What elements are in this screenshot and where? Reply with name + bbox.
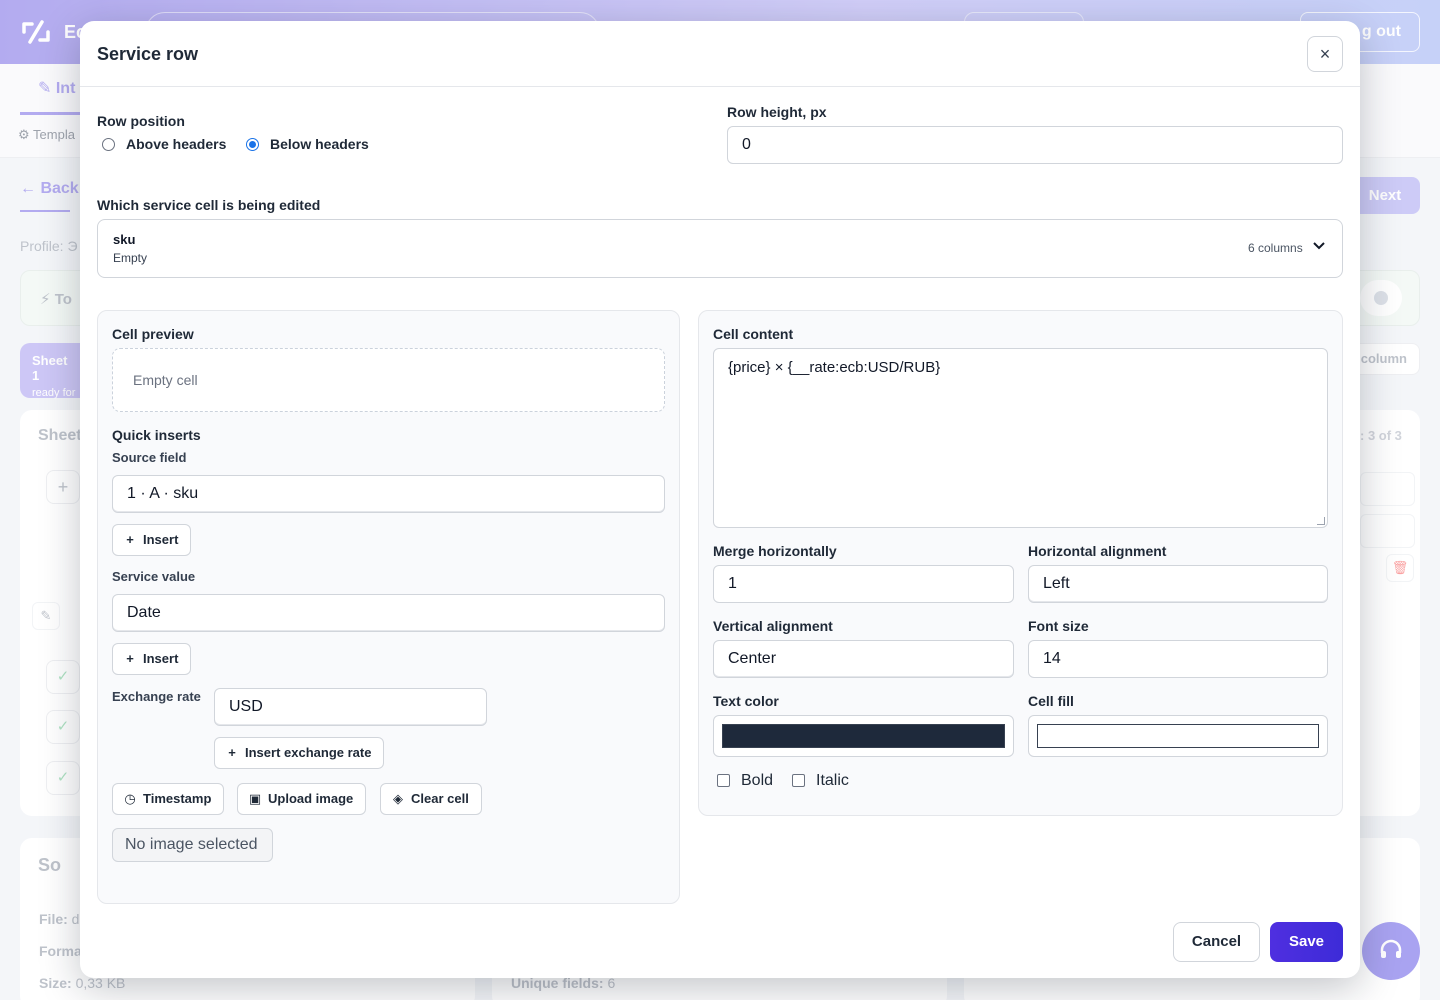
cell-preview-label: Cell preview xyxy=(112,326,194,342)
font-size-input[interactable]: 14 xyxy=(1028,640,1328,678)
bold-checkbox[interactable] xyxy=(717,774,730,787)
upload-image-button[interactable]: ▣ Upload image xyxy=(237,783,367,815)
support-button[interactable] xyxy=(1362,922,1420,980)
resize-handle-icon[interactable] xyxy=(1317,517,1325,525)
quick-inserts-label: Quick inserts xyxy=(112,427,201,443)
dialog-title: Service row xyxy=(97,44,199,64)
cell-name: sku xyxy=(113,232,136,247)
radio-above-headers[interactable] xyxy=(102,138,115,151)
source-field-select[interactable]: 1 · A · sku xyxy=(112,475,665,513)
valign-select[interactable]: Center xyxy=(713,640,1014,678)
service-value-label: Service value xyxy=(112,569,196,584)
service-value-select[interactable]: Date xyxy=(112,594,665,632)
cell-content-textarea[interactable]: {price} × {__rate:ecb:USD/RUB} xyxy=(713,348,1328,528)
valign-label: Vertical alignment xyxy=(713,618,833,634)
radio-below-headers[interactable] xyxy=(246,138,259,151)
insert-service-value-button[interactable]: + Insert xyxy=(112,643,192,675)
text-color-picker[interactable] xyxy=(713,715,1014,757)
cell-fill-swatch xyxy=(1037,724,1319,748)
radio-label-below[interactable]: Below headers xyxy=(270,136,369,152)
clock-icon: ◷ xyxy=(124,791,136,806)
exchange-rate-label: Exchange rate xyxy=(112,689,201,704)
row-height-label: Row height, px xyxy=(727,104,827,120)
text-color-label: Text color xyxy=(713,693,779,709)
italic-label[interactable]: Italic xyxy=(816,772,849,790)
plus-icon: + xyxy=(126,651,134,666)
cancel-button[interactable]: Cancel xyxy=(1173,922,1260,962)
clear-cell-button[interactable]: ◈ Clear cell xyxy=(380,783,482,815)
cell-fill-label: Cell fill xyxy=(1028,693,1074,709)
cell-preview: Empty cell xyxy=(112,348,665,412)
italic-checkbox[interactable] xyxy=(792,774,805,787)
cell-content-label: Cell content xyxy=(713,326,794,342)
currency-select[interactable]: USD xyxy=(214,688,487,726)
service-cell-select[interactable]: sku Empty 6 columns xyxy=(97,219,1343,278)
text-color-swatch xyxy=(722,724,1005,748)
image-icon: ▣ xyxy=(248,791,262,806)
radio-label-above[interactable]: Above headers xyxy=(126,136,226,152)
cell-status: Empty xyxy=(113,251,148,265)
close-icon[interactable]: × xyxy=(1307,36,1343,72)
halign-select[interactable]: Left xyxy=(1028,565,1328,603)
row-position-label: Row position xyxy=(97,113,185,129)
insert-exchange-rate-button[interactable]: + Insert exchange rate xyxy=(214,737,385,769)
dialog-header: Service row × xyxy=(80,21,1360,87)
bold-label[interactable]: Bold xyxy=(741,772,773,790)
save-button[interactable]: Save xyxy=(1270,922,1343,962)
row-height-input[interactable]: 0 xyxy=(727,126,1343,164)
timestamp-button[interactable]: ◷ Timestamp xyxy=(112,783,225,815)
service-row-dialog: Service row × Row position Above headers… xyxy=(80,21,1360,978)
cell-select-label: Which service cell is being edited xyxy=(97,197,321,213)
merge-label: Merge horizontally xyxy=(713,543,837,559)
source-field-label: Source field xyxy=(112,450,187,465)
image-status: No image selected xyxy=(112,828,273,862)
cell-fill-picker[interactable] xyxy=(1028,715,1328,757)
headset-icon xyxy=(1380,939,1402,958)
font-size-label: Font size xyxy=(1028,618,1089,634)
merge-input[interactable]: 1 xyxy=(713,565,1014,603)
chevron-down-icon xyxy=(1313,242,1325,250)
column-count: 6 columns xyxy=(1248,241,1303,255)
plus-icon: + xyxy=(126,532,134,547)
plus-icon: + xyxy=(228,745,236,760)
insert-source-button[interactable]: + Insert xyxy=(112,524,192,556)
eraser-icon: ◈ xyxy=(393,791,403,806)
halign-label: Horizontal alignment xyxy=(1028,543,1167,559)
